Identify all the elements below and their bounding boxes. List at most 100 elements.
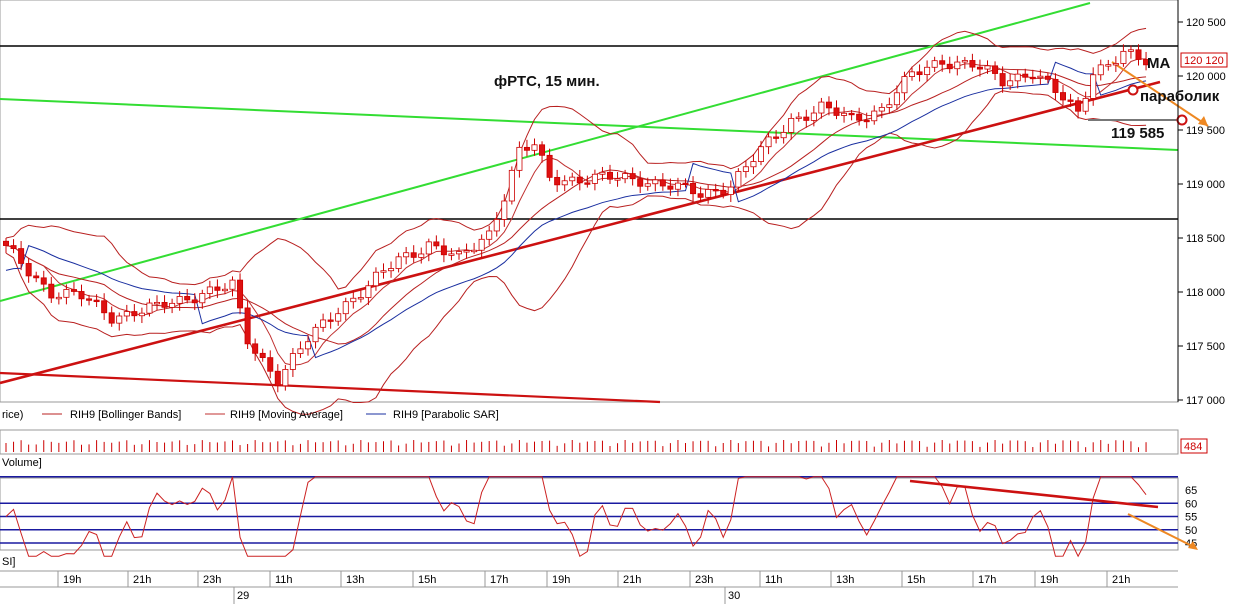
candle-body: [584, 182, 591, 185]
time-tick-label: 21h: [623, 574, 641, 586]
candle-body: [1090, 74, 1097, 99]
candle-body: [199, 293, 206, 304]
candle-body: [153, 301, 160, 305]
last-price-label: 120 120: [1184, 55, 1224, 67]
candle-body: [161, 301, 168, 308]
price-tick-label: 118 500: [1186, 233, 1225, 245]
candle-body: [856, 113, 863, 121]
candle-body: [101, 300, 108, 314]
candle-body: [342, 301, 349, 315]
time-tick-label: 17h: [490, 574, 508, 586]
rsi-tick-label: 65: [1185, 485, 1197, 497]
annotation-parabolic: параболик: [1140, 88, 1220, 105]
rsi-tick-label: 55: [1185, 512, 1197, 524]
candle-body: [848, 112, 855, 116]
candle-body: [825, 101, 832, 109]
candle-body: [259, 352, 266, 359]
moving-average-line: [5, 58, 1147, 366]
candle-body: [40, 277, 47, 285]
candle-body: [554, 176, 561, 186]
candle-body: [803, 116, 810, 121]
candle-body: [629, 173, 636, 180]
price-tick-label: 118 000: [1186, 287, 1225, 299]
candle-body: [267, 357, 274, 372]
candle-body: [289, 353, 296, 370]
candle-body: [682, 182, 689, 185]
time-tick-label: 19h: [552, 574, 570, 586]
candle-body: [1007, 80, 1014, 87]
legend-volume: Volume]: [2, 457, 42, 469]
candle-body: [70, 289, 77, 292]
candle-body: [297, 348, 304, 354]
candle-body: [976, 66, 983, 70]
price-tick-label: 119 500: [1186, 125, 1225, 137]
candle-body: [418, 253, 425, 258]
time-tick-label: 21h: [1112, 574, 1130, 586]
candle-body: [909, 71, 916, 77]
candle-body: [999, 73, 1006, 87]
candle-body: [705, 189, 712, 198]
candle-body: [878, 106, 885, 112]
candle-body: [55, 296, 62, 300]
candle-body: [169, 302, 176, 308]
candle-body: [221, 288, 228, 292]
candle-body: [486, 230, 493, 240]
candle-body: [493, 219, 500, 232]
candle-body: [931, 60, 938, 68]
candle-body: [380, 270, 387, 273]
time-tick-label: 19h: [1040, 574, 1058, 586]
candle-body: [403, 252, 410, 258]
time-tick-label: 15h: [907, 574, 925, 586]
candle-body: [214, 286, 221, 291]
candle-body: [116, 315, 123, 324]
time-tick-label: 11h: [765, 574, 783, 586]
candle-body: [274, 370, 281, 387]
rsi-tick-label: 50: [1185, 525, 1197, 537]
candle-body: [365, 285, 372, 298]
candle-body: [123, 311, 130, 317]
candle-body: [727, 186, 734, 195]
candle-body: [206, 286, 213, 294]
candle-body: [25, 263, 32, 277]
candle-body: [1112, 63, 1119, 66]
candle-body: [48, 283, 55, 299]
candle-body: [622, 173, 629, 180]
price-tick-label: 119 000: [1186, 179, 1225, 191]
chart-svg: 6560555045 120 500 120 000 119 500 119 000 1…: [0, 0, 1228, 604]
candle-body: [614, 178, 621, 181]
rsi-layer: 6560555045: [0, 476, 1198, 558]
price-tick-label: 120 000: [1186, 71, 1226, 83]
candle-body: [1097, 64, 1104, 76]
candle-body: [591, 173, 598, 184]
candle-body: [946, 63, 953, 70]
ma-marker-circle: [1127, 84, 1139, 96]
candle-body: [1052, 78, 1059, 93]
price-tick-label: 120 500: [1186, 17, 1226, 29]
price-layer: [0, 2, 1179, 404]
candle-body: [765, 136, 772, 148]
candle-body: [833, 107, 840, 116]
candle-body: [244, 307, 251, 345]
candle-body: [312, 326, 319, 343]
candle-body: [916, 71, 923, 76]
candle-body: [304, 341, 311, 350]
time-tick-label: 23h: [203, 574, 221, 586]
legend-ma: RIH9 [Moving Average]: [230, 409, 343, 421]
candle-body: [184, 296, 191, 301]
candle-body: [652, 179, 659, 185]
candle-body: [810, 112, 817, 121]
time-tick-label: 11h: [275, 574, 293, 586]
candle-body: [440, 245, 447, 256]
candle-body: [795, 116, 802, 119]
red-trend-lower-line: [0, 371, 661, 404]
candle-body: [357, 297, 364, 300]
candle-body: [1105, 64, 1112, 67]
candle-body: [463, 250, 470, 253]
candle-body: [607, 171, 614, 180]
candle-body: [176, 296, 183, 304]
candle-body: [780, 132, 787, 139]
candle-body: [659, 179, 666, 187]
legend-rsi: SI]: [2, 556, 15, 568]
candle-body: [599, 171, 606, 175]
candle-body: [758, 146, 765, 162]
